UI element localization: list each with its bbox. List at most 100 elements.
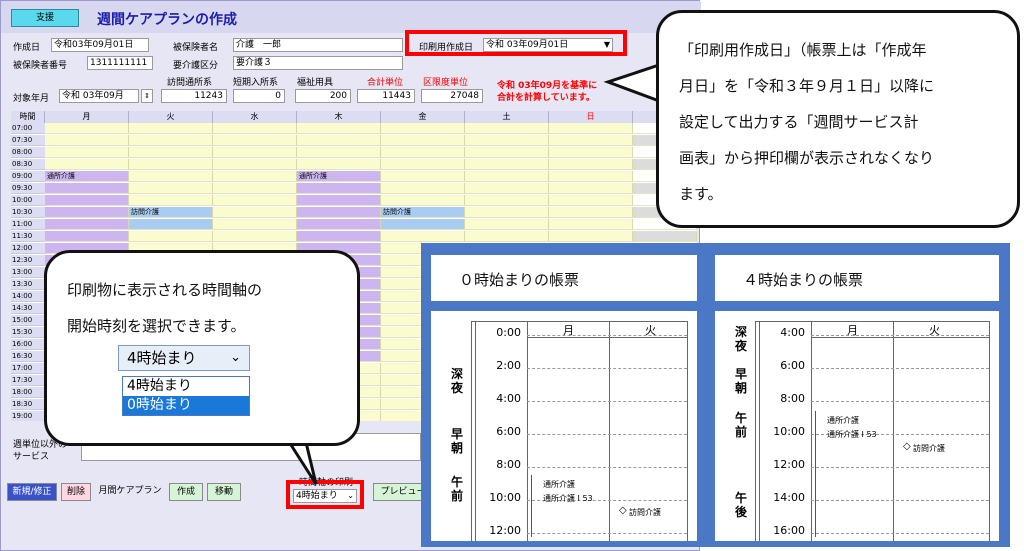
create-button[interactable]: 作成 (169, 483, 203, 501)
grid-cell[interactable] (381, 231, 465, 242)
grid-cell[interactable] (465, 135, 549, 146)
grid-cell[interactable] (45, 207, 129, 218)
grid-cell[interactable] (213, 219, 297, 230)
new-edit-button[interactable]: 新規/修正 (7, 483, 57, 501)
card-right-header: ４時始まりの帳票 (715, 255, 999, 301)
grid-cell[interactable] (549, 219, 633, 230)
delete-button[interactable]: 削除 (61, 483, 91, 501)
time-label: 18:30 (11, 399, 45, 410)
move-button[interactable]: 移動 (207, 483, 241, 501)
grid-cell[interactable] (45, 231, 129, 242)
sheet-band-label: 早朝 (451, 427, 464, 455)
grid-cell[interactable] (213, 195, 297, 206)
grid-cell[interactable] (129, 231, 213, 242)
service-label-tue: 訪問介護 (131, 208, 159, 216)
grid-cell[interactable] (45, 219, 129, 230)
grid-cell[interactable] (549, 231, 633, 242)
grid-cell[interactable] (213, 207, 297, 218)
grid-cell[interactable] (381, 159, 465, 170)
support-button[interactable]: 支援 (11, 9, 79, 27)
start-time-select-demo[interactable]: 4時始まり ⌄ (118, 345, 250, 371)
grid-cell[interactable] (213, 147, 297, 158)
grid-cell[interactable] (297, 195, 381, 206)
sheet-time-label: 0:00 (496, 326, 521, 339)
grid-cell[interactable] (465, 123, 549, 134)
grid-cell[interactable] (297, 159, 381, 170)
grid-cell[interactable] (633, 231, 697, 242)
grid-cell[interactable] (297, 135, 381, 146)
grid-cell[interactable] (549, 195, 633, 206)
sheet-vline (527, 321, 528, 541)
grid-cell[interactable] (297, 219, 381, 230)
option-0h[interactable]: 0時始まり (123, 396, 249, 415)
grid-cell[interactable] (297, 147, 381, 158)
insured-number-field[interactable]: 1311111111 (87, 56, 153, 70)
grid-cell[interactable] (381, 183, 465, 194)
grid-cell[interactable] (129, 183, 213, 194)
target-month-field[interactable]: 令和 03年09月 (59, 89, 139, 103)
page-title: 週間ケアプランの作成 (97, 12, 237, 28)
grid-cell[interactable] (213, 135, 297, 146)
grid-cell[interactable] (381, 219, 465, 230)
grid-cell[interactable] (549, 171, 633, 182)
grid-cell[interactable] (129, 219, 213, 230)
grid-cell[interactable] (213, 231, 297, 242)
grid-cell[interactable] (129, 171, 213, 182)
sheet-gridline (811, 467, 989, 468)
grid-cell[interactable] (45, 123, 129, 134)
grid-cell[interactable] (465, 207, 549, 218)
grid-cell[interactable] (45, 159, 129, 170)
callout-top-line-2: 月日」を「令和３年９月１日」以降に (679, 77, 935, 95)
grid-cell[interactable] (129, 195, 213, 206)
sheet-gridline (527, 467, 687, 468)
grid-cell[interactable] (45, 147, 129, 158)
grid-cell[interactable] (381, 195, 465, 206)
grid-cell[interactable] (129, 135, 213, 146)
option-4h[interactable]: 4時始まり (123, 377, 249, 396)
grid-cell[interactable] (549, 207, 633, 218)
grid-cell[interactable] (297, 207, 381, 218)
care-level-field[interactable]: 要介護３ (233, 56, 403, 70)
grid-cell[interactable] (213, 159, 297, 170)
grid-cell[interactable] (129, 147, 213, 158)
grid-cell[interactable] (297, 183, 381, 194)
time-label: 10:30 (11, 207, 45, 218)
stat-value-2: 200 (295, 89, 351, 103)
month-spin-icon[interactable]: ⇕ (141, 89, 153, 103)
grid-cell[interactable] (465, 231, 549, 242)
grid-cell[interactable] (465, 171, 549, 182)
grid-header-0: 時間 (11, 111, 45, 123)
insured-name-field[interactable]: 介護 一郎 (233, 38, 403, 52)
grid-cell[interactable] (381, 171, 465, 182)
grid-cell[interactable] (45, 195, 129, 206)
stat-label-2: 福祉用具 (297, 78, 334, 88)
sheet-vline (609, 321, 610, 541)
grid-cell[interactable] (297, 123, 381, 134)
grid-cell[interactable] (297, 231, 381, 242)
sheet-header-rule (811, 337, 989, 338)
grid-cell[interactable] (45, 135, 129, 146)
sheet-service-3: 訪問介護 (629, 508, 661, 517)
grid-cell[interactable] (381, 147, 465, 158)
grid-cell[interactable] (465, 219, 549, 230)
grid-cell[interactable] (45, 183, 129, 194)
grid-cell[interactable] (213, 171, 297, 182)
grid-cell[interactable] (465, 147, 549, 158)
grid-cell[interactable] (129, 159, 213, 170)
grid-cell[interactable] (465, 159, 549, 170)
grid-cell[interactable] (549, 135, 633, 146)
grid-cell[interactable] (213, 183, 297, 194)
grid-cell[interactable] (381, 135, 465, 146)
monthly-plan-button[interactable]: 月間ケアプラン (97, 483, 163, 501)
stat-value-0: 11243 (161, 89, 227, 103)
creation-date-field[interactable]: 令和03年09月01日 (51, 38, 149, 52)
grid-cell[interactable] (465, 195, 549, 206)
grid-cell[interactable] (549, 123, 633, 134)
grid-cell[interactable] (465, 183, 549, 194)
grid-cell[interactable] (549, 147, 633, 158)
grid-cell[interactable] (381, 123, 465, 134)
grid-cell[interactable] (549, 183, 633, 194)
grid-cell[interactable] (129, 123, 213, 134)
grid-cell[interactable] (213, 123, 297, 134)
grid-cell[interactable] (549, 159, 633, 170)
